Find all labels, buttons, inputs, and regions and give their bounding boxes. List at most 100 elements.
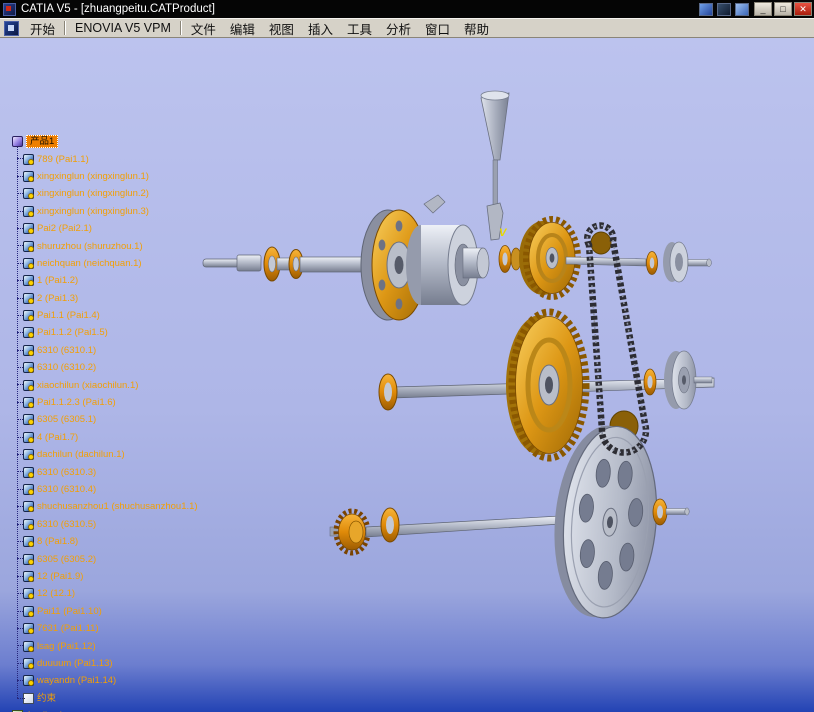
tree-item[interactable]: 1 (Pai1.2) — [12, 272, 198, 289]
tree-item[interactable]: Pai1.1.2.3 (Pai1.6) — [12, 394, 198, 411]
tree-item[interactable]: xingxinglun (xingxinglun.3) — [12, 203, 198, 220]
tree-item-label: 6310 (6310.3) — [37, 466, 97, 478]
tree-item[interactable]: duuuum (Pai1.13) — [12, 655, 198, 672]
part-icon — [23, 623, 34, 635]
bearing-bore — [649, 257, 655, 269]
tree-item[interactable]: xiaochilun (xiaochilun.1) — [12, 376, 198, 393]
titlebar-doc-icon[interactable] — [699, 2, 713, 16]
tree-item[interactable]: 6310 (6310.2) — [12, 359, 198, 376]
tree-item[interactable]: 12 (12.1) — [12, 585, 198, 602]
flywheel-pulley[interactable] — [547, 422, 664, 622]
part-icon — [23, 466, 34, 478]
tree-item[interactable]: neichquan (neichquan.1) — [12, 255, 198, 272]
menu-separator — [64, 21, 67, 35]
tree-item[interactable]: dachilun (dachilun.1) — [12, 446, 198, 463]
tree-item[interactable]: 12 (Pai1.9) — [12, 568, 198, 585]
titlebar-view-icon[interactable] — [735, 2, 749, 16]
menu-window[interactable]: 窗口 — [418, 17, 457, 40]
window-title: CATIA V5 - [zhuangpeitu.CATProduct] — [21, 3, 215, 15]
tree-item[interactable]: 7631 (Pai1.11) — [12, 620, 198, 637]
menu-separator — [179, 21, 182, 35]
countershaft-top[interactable] — [565, 241, 712, 283]
large-gear[interactable] — [506, 308, 590, 462]
clutch-lug — [423, 194, 446, 214]
tree-item[interactable]: Pai11 (Pai1.10) — [12, 603, 198, 620]
shaft-body — [299, 256, 365, 273]
tree-item[interactable]: 8 (Pai1.8) — [12, 533, 198, 550]
part-icon — [23, 292, 34, 304]
shift-lever[interactable] — [480, 90, 510, 241]
lever-top — [480, 90, 510, 101]
tree-item[interactable]: 6305 (6305.1) — [12, 411, 198, 428]
bearing-bore — [386, 516, 394, 534]
tree-item[interactable]: 6310 (6310.1) — [12, 342, 198, 359]
part-icon — [23, 344, 34, 356]
tree-item[interactable]: 6305 (6305.2) — [12, 550, 198, 567]
tree-item[interactable]: lsag (Pai1.12) — [12, 637, 198, 654]
menu-analyze[interactable]: 分析 — [379, 17, 418, 40]
tree-item[interactable]: xingxinglun (xingxinglun.1) — [12, 168, 198, 185]
part-icon — [23, 397, 34, 409]
minimize-button[interactable]: _ — [754, 2, 772, 16]
catia-menu-icon[interactable] — [4, 20, 19, 36]
tree-item[interactable]: 6310 (6310.3) — [12, 463, 198, 480]
menu-start[interactable]: 开始 — [23, 17, 62, 40]
tree-item-label: 12 (12.1) — [37, 588, 76, 600]
menu-insert[interactable]: 插入 — [301, 17, 340, 40]
menu-tools[interactable]: 工具 — [340, 17, 379, 40]
tree-item[interactable]: Applications — [12, 707, 198, 712]
menu-enovia[interactable]: ENOVIA V5 VPM — [68, 19, 178, 37]
pulley-small[interactable] — [643, 350, 713, 410]
tree-item-label: 6305 (6305.2) — [37, 553, 97, 565]
clutch-assembly[interactable] — [406, 194, 490, 306]
tree-item-label: 产品1 — [26, 135, 59, 149]
part-icon — [23, 205, 34, 217]
tree-item[interactable]: 6310 (6310.5) — [12, 516, 198, 533]
chain-sprocket-top[interactable] — [590, 231, 612, 255]
menu-bar: 开始 ENOVIA V5 VPM 文件 编辑 视图 插入 工具 分析 窗口 帮助 — [0, 18, 814, 38]
tree-item[interactable]: Pai2 (Pai2.1) — [12, 220, 198, 237]
input-shaft[interactable] — [202, 246, 365, 282]
part-icon — [23, 257, 34, 269]
tree-item[interactable]: shuruzhou (shuruzhou.1) — [12, 237, 198, 254]
product-icon — [12, 136, 23, 148]
tree-item[interactable]: xingxinglun (xingxinglun.2) — [12, 185, 198, 202]
maximize-button[interactable]: □ — [774, 2, 792, 16]
tree-item[interactable]: shuchusanzhou1 (shuchusanzhou1.1) — [12, 498, 198, 515]
output-shaft-right[interactable] — [652, 498, 690, 526]
titlebar-workbench-icon[interactable] — [717, 2, 731, 16]
close-button[interactable]: ✕ — [794, 2, 812, 16]
part-icon — [23, 240, 34, 252]
tree-item[interactable]: Pai1.1 (Pai1.4) — [12, 307, 198, 324]
part-icon — [23, 188, 34, 200]
menu-view[interactable]: 视图 — [262, 17, 301, 40]
tree-item[interactable]: 4 (Pai1.7) — [12, 429, 198, 446]
tree-item-label: lsag (Pai1.12) — [37, 640, 96, 652]
tree-item-label: neichquan (neichquan.1) — [37, 257, 142, 269]
bearing-bore — [292, 256, 300, 272]
catia-app-icon — [3, 2, 16, 16]
menu-file[interactable]: 文件 — [184, 17, 223, 40]
tree-item[interactable]: 6310 (6310.4) — [12, 481, 198, 498]
tree-item[interactable]: Pai1.1.2 (Pai1.5) — [12, 324, 198, 341]
tree-item-label: 2 (Pai1.3) — [37, 292, 79, 304]
tree-item-label: 约束 — [37, 692, 57, 704]
lever-stem — [492, 159, 498, 207]
menu-help[interactable]: 帮助 — [457, 17, 496, 40]
tree-item-label: shuruzhou (shuruzhou.1) — [37, 240, 143, 252]
tree-item[interactable]: wayandn (Pai1.14) — [12, 672, 198, 689]
tree-item-label: Pai1.1 (Pai1.4) — [37, 310, 100, 322]
tree-item-label: wayandn (Pai1.14) — [37, 675, 117, 687]
tree-item[interactable]: 2 (Pai1.3) — [12, 290, 198, 307]
tree-item[interactable]: 789 (Pai1.1) — [12, 150, 198, 167]
menu-edit[interactable]: 编辑 — [223, 17, 262, 40]
part-icon — [23, 153, 34, 165]
tree-item[interactable]: 约束 — [12, 690, 198, 707]
tree-item-label: Pai2 (Pai2.1) — [37, 223, 92, 235]
input-bearing-small[interactable] — [498, 245, 522, 273]
tree-item-label: xingxinglun (xingxinglun.3) — [37, 205, 149, 217]
3d-viewport[interactable]: V 产品1 789 (Pai1.1) xingxinglun (xingxinglu… — [0, 38, 814, 712]
tree-item[interactable]: 产品1 — [12, 133, 198, 150]
part-icon — [23, 605, 34, 617]
lever-cone — [480, 92, 510, 161]
